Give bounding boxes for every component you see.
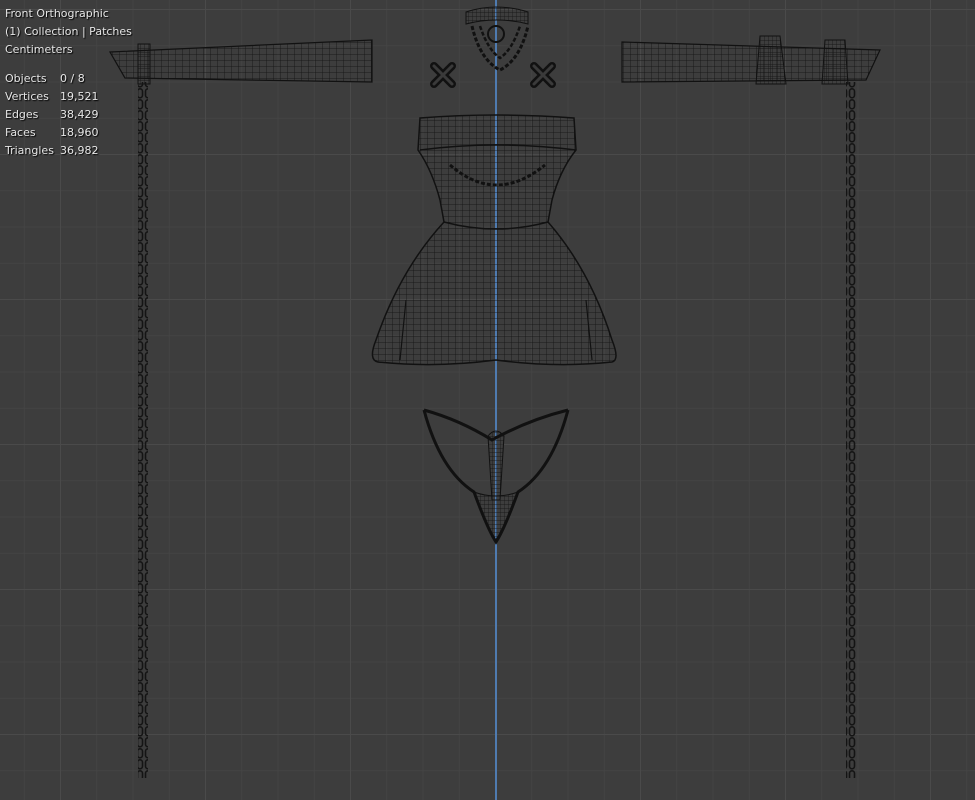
stat-value: 36,982 <box>60 144 99 157</box>
right-chain-mesh[interactable] <box>846 82 856 778</box>
thong-mesh[interactable] <box>422 408 570 545</box>
stat-row-objects: Objects 0 / 8 <box>5 70 132 88</box>
stat-label: Triangles <box>5 144 54 157</box>
stat-value: 18,960 <box>60 126 99 139</box>
right-sleeve-mesh[interactable] <box>621 35 881 85</box>
stat-label: Edges <box>5 108 39 121</box>
viewport-info-overlay: Front Orthographic (1) Collection | Patc… <box>5 5 132 160</box>
stat-row-edges: Edges 38,429 <box>5 106 132 124</box>
left-chain-mesh[interactable] <box>138 82 148 778</box>
collection-label: (1) Collection | Patches <box>5 25 132 38</box>
view-name: Front Orthographic <box>5 7 109 20</box>
choker-mesh[interactable] <box>465 6 530 72</box>
stat-value: 19,521 <box>60 90 99 103</box>
scene-statistics: Objects 0 / 8 Vertices 19,521 Edges 38,4… <box>5 70 132 160</box>
wireframe-scene[interactable] <box>0 0 975 800</box>
stat-row-faces: Faces 18,960 <box>5 124 132 142</box>
x-patch-right-mesh[interactable] <box>530 62 556 88</box>
stat-row-vertices: Vertices 19,521 <box>5 88 132 106</box>
stat-value: 38,429 <box>60 108 99 121</box>
units-label: Centimeters <box>5 43 73 56</box>
left-sleeve-mesh[interactable] <box>108 39 373 85</box>
stat-label: Faces <box>5 126 36 139</box>
stat-value: 0 / 8 <box>60 72 85 85</box>
stat-label: Objects <box>5 72 47 85</box>
stat-label: Vertices <box>5 90 49 103</box>
stat-row-triangles: Triangles 36,982 <box>5 142 132 160</box>
dress-mesh[interactable] <box>371 114 617 366</box>
x-patch-left-mesh[interactable] <box>430 62 456 88</box>
3d-viewport[interactable]: Front Orthographic (1) Collection | Patc… <box>0 0 975 800</box>
